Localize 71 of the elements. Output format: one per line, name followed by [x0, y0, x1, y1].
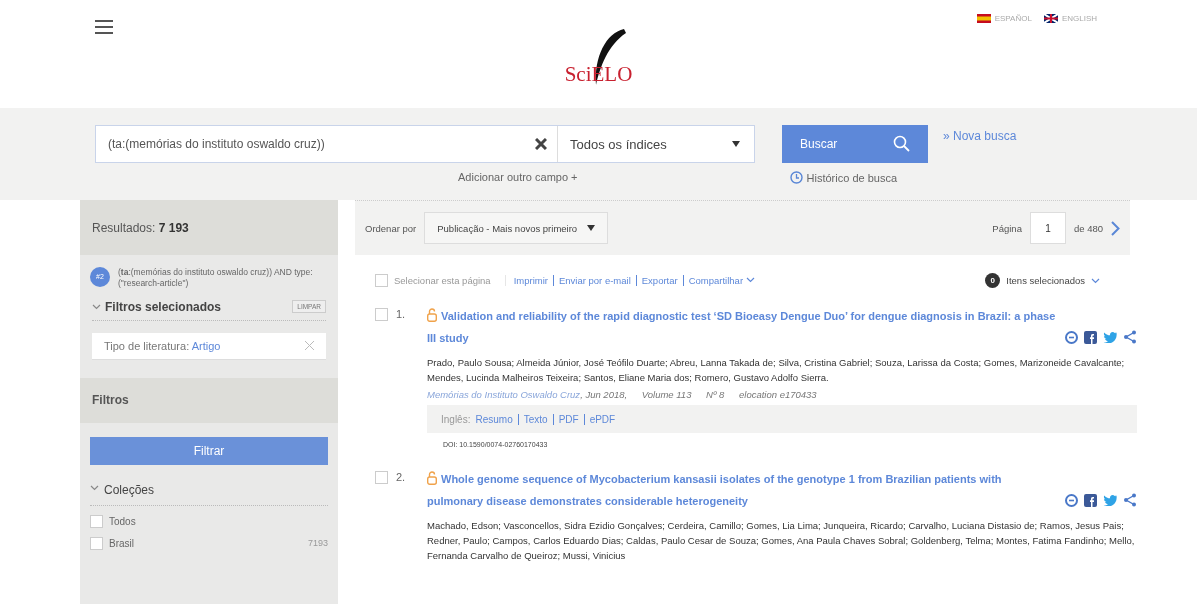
next-page-icon[interactable] — [1111, 220, 1120, 236]
collection-label: Brasil — [109, 537, 135, 549]
comment-icon[interactable] — [1065, 493, 1078, 507]
section-title: Coleções — [104, 482, 155, 497]
open-lock-icon — [427, 308, 437, 322]
authors-text: Prado, Paulo Sousa; Almeida Júnior, José Teófilo Duarte; Abreu, Lanna Takada de; Silva, Cristina Gabriel; Souza, Larissa da Costa; Gomes, Marizoneide Cavalcante; Mendes, Lucinda Malheiros Teixeira; Santos, Eliane Maria dos; Romero, Gustavo Adolfo Sierra. — [427, 356, 1126, 385]
article-title-link[interactable]: Validation and reliability of the rapid diagnostic test ‘SD Bioeasy Dengue Duo’ for dengue diagnosis in Brazil: a phase III study — [427, 305, 1057, 349]
format-link[interactable]: ePDF — [589, 413, 616, 425]
new-search-link[interactable]: » Nova busca — [943, 129, 1017, 143]
flag-icon — [976, 14, 991, 23]
search-field[interactable]: (ta:(memórias do instituto oswaldo cruz)) Todos os índices — [95, 125, 755, 163]
page-field[interactable]: 1 — [1029, 212, 1066, 244]
query-text: (ta:(memórias do instituto oswaldo cruz)) AND type:("research-article") — [118, 267, 314, 290]
sort-dropdown[interactable]: Publicação - Mais novos primeiro — [424, 212, 609, 244]
collection-count: 7193 — [307, 538, 328, 549]
language-label: Inglês: — [441, 413, 471, 425]
action-link[interactable]: Imprimir — [513, 274, 548, 286]
action-link[interactable]: Compartilhar — [688, 274, 744, 286]
elocation-text: elocation e170433 — [739, 389, 817, 400]
collection-label: Todos — [109, 515, 137, 527]
issue-text: Nº 8 — [706, 389, 725, 400]
clear-icon[interactable] — [535, 138, 547, 150]
authors-text: Machado, Edson; Vasconcellos, Sidra Ezidio Gonçalves; Cerdeira, Camillo; Gomes, Lia Lima; Junqueira, Ricardo; Carvalho, Luciana Distasio de; Ramos, Jesus Pais; Redner, Paulo; Campos, Carlos Eduardo Dias; Caldas, Paulo Cesar de Souza; Gomes, Ana Paula Chaves Sobral; Goldenberg, Telma; Montes, Fatima Fandinho; Mello, Fernanda Carvalho de Queiroz; Mussi, Vinicius — [427, 519, 1136, 563]
checkbox[interactable] — [90, 514, 103, 528]
format-link[interactable]: Resumo — [475, 413, 513, 425]
history-icon — [789, 171, 803, 184]
dropdown-caret-icon — [732, 141, 740, 147]
filter-button[interactable]: Filtrar — [90, 436, 328, 465]
checkbox[interactable] — [375, 273, 388, 287]
chevron-icon[interactable] — [92, 302, 101, 312]
filters-title: Filtros — [92, 393, 129, 408]
share-icon[interactable] — [1123, 330, 1137, 344]
remove-icon[interactable] — [305, 341, 314, 351]
page-total: de 480 — [1073, 222, 1103, 234]
facebook-icon[interactable] — [1084, 330, 1097, 344]
open-lock-icon — [427, 471, 437, 485]
section-title: Filtros selecionados — [105, 299, 222, 314]
share-icon[interactable] — [1123, 493, 1137, 507]
add-field-link[interactable]: Adicionar outro campo + — [458, 171, 578, 184]
checkbox[interactable] — [90, 536, 103, 550]
checkbox[interactable] — [375, 471, 388, 484]
publication-date: , Jun 2018, — [580, 389, 628, 400]
comment-icon[interactable] — [1065, 330, 1078, 344]
twitter-icon[interactable] — [1103, 494, 1117, 506]
flag-icon — [1043, 14, 1058, 23]
menu-icon[interactable] — [95, 20, 113, 34]
action-link[interactable]: Exportar — [641, 274, 678, 286]
result-number: 1. — [396, 308, 406, 320]
dropdown-caret-icon — [587, 225, 596, 231]
facebook-icon[interactable] — [1084, 493, 1097, 507]
selected-count-badge: 0 — [985, 272, 1001, 288]
checkbox[interactable] — [375, 308, 388, 321]
article-title-link[interactable]: Whole genome sequence of Mycobacterium kansasii isolates of the genotype 1 from Brazilian patients with pulmonary disease demonstrates considerable heterogeneity — [427, 468, 1057, 512]
language-link[interactable]: ESPAÑOL — [994, 14, 1032, 23]
search-icon — [892, 135, 910, 153]
search-history-link[interactable]: Histórico de busca — [806, 171, 898, 184]
language-link[interactable]: ENGLISH — [1061, 14, 1097, 23]
format-link[interactable]: Texto — [523, 413, 548, 425]
select-page-label: Selecionar esta página — [394, 274, 491, 286]
search-button[interactable]: Buscar — [782, 125, 928, 163]
format-link[interactable]: PDF — [558, 413, 579, 425]
page-label: Página — [992, 222, 1022, 234]
selected-items-label[interactable]: Itens selecionados — [1006, 274, 1085, 286]
volume-text: Volume 113 — [641, 389, 692, 400]
result-number: 2. — [396, 471, 406, 483]
twitter-icon[interactable] — [1103, 331, 1117, 343]
sort-label: Ordenar por — [365, 222, 417, 234]
index-dropdown[interactable]: Todos os índices — [557, 126, 754, 162]
results-count: Resultados: 7 193 — [92, 220, 189, 235]
filter-label: Tipo de literatura: Artigo — [104, 339, 221, 352]
action-link[interactable]: Enviar por e-mail — [558, 274, 631, 286]
